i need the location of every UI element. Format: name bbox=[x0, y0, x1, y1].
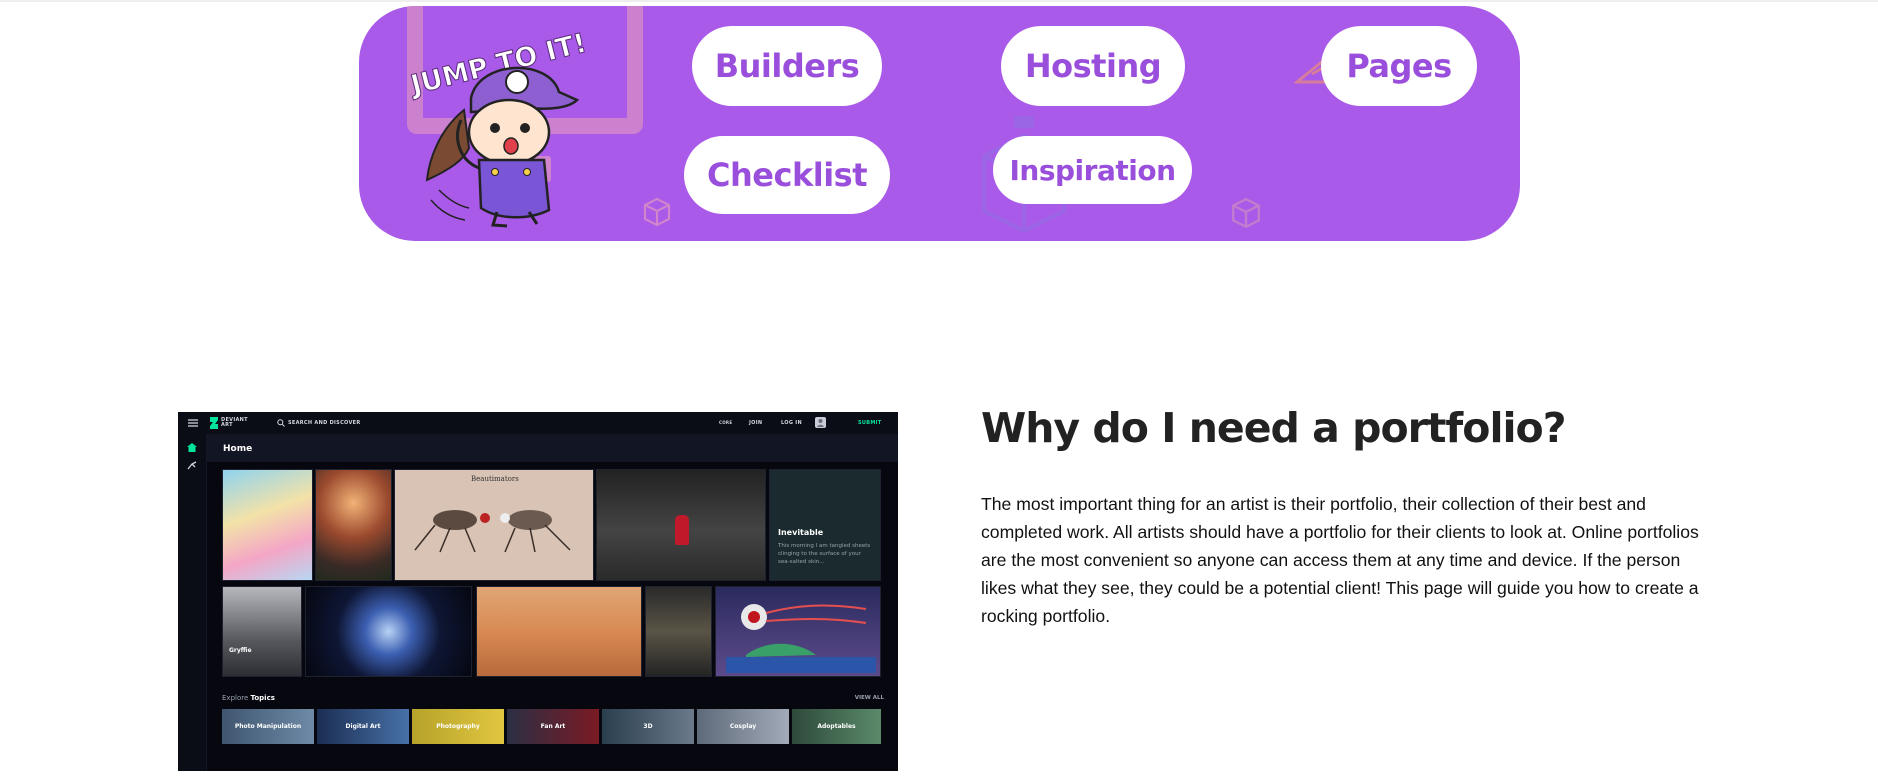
builders-link-button[interactable]: Builders bbox=[692, 26, 882, 106]
screenshot-sidebar bbox=[178, 434, 207, 771]
screenshot-topbar: DEVIANT ART SEARCH AND DISCOVER CORE JOI… bbox=[178, 412, 898, 434]
topic-card[interactable]: Photo Manipulation bbox=[222, 709, 314, 744]
artwork-tile-inevitable[interactable]: Inevitable This morning I am tangled she… bbox=[769, 469, 881, 581]
tile-title: Gryffie bbox=[229, 647, 252, 654]
insect-sketch-icon bbox=[414, 510, 571, 553]
screenshot-nav-core: CORE bbox=[719, 420, 733, 425]
eyeball-art-icon bbox=[726, 604, 876, 673]
screenshot-home-label: Home bbox=[223, 444, 253, 454]
artwork-tile-gryffie[interactable]: Gryffie bbox=[222, 586, 302, 677]
deviantart-homepage-screenshot: DEVIANT ART SEARCH AND DISCOVER CORE JOI… bbox=[178, 412, 898, 771]
screenshot-search-placeholder: SEARCH AND DISCOVER bbox=[288, 420, 361, 426]
artwork-tile[interactable] bbox=[715, 586, 881, 677]
cube-icon bbox=[643, 197, 671, 227]
screenshot-home-header bbox=[207, 434, 898, 462]
search-icon bbox=[277, 419, 285, 427]
artwork-tile[interactable] bbox=[222, 469, 313, 581]
artwork-tile[interactable] bbox=[476, 586, 642, 677]
section-title: Why do I need a portfolio? bbox=[981, 404, 1566, 452]
watch-icon bbox=[187, 461, 197, 470]
jump-to-it-banner: JUMP TO IT! Builders Hosting Pages Check… bbox=[359, 6, 1520, 241]
artwork-tile[interactable] bbox=[305, 586, 472, 677]
topic-card[interactable]: 3D bbox=[602, 709, 694, 744]
topic-card[interactable]: Fan Art bbox=[507, 709, 599, 744]
topic-card[interactable]: Photography bbox=[412, 709, 504, 744]
jump-girl-mascot-icon: JUMP TO IT! bbox=[409, 27, 590, 228]
topic-card[interactable]: Cosplay bbox=[697, 709, 789, 744]
screenshot-nav-join: JOIN bbox=[749, 420, 763, 426]
artwork-tile[interactable] bbox=[596, 469, 766, 581]
pages-link-button[interactable]: Pages bbox=[1321, 26, 1477, 106]
artwork-tile-beautimators[interactable]: Beautimators bbox=[394, 469, 594, 581]
top-divider bbox=[0, 0, 1878, 2]
topic-card[interactable]: Digital Art bbox=[317, 709, 409, 744]
inspiration-link-button[interactable]: Inspiration bbox=[993, 136, 1192, 204]
avatar-icon bbox=[815, 417, 826, 428]
screenshot-nav-login: LOG IN bbox=[781, 420, 802, 426]
cube-icon bbox=[1232, 197, 1260, 229]
explore-topics-heading: Explore Topics bbox=[222, 694, 275, 702]
view-all-link[interactable]: VIEW ALL bbox=[855, 695, 884, 701]
hosting-link-button[interactable]: Hosting bbox=[1001, 26, 1185, 106]
artwork-tile[interactable] bbox=[645, 586, 712, 677]
tile-title: Inevitable bbox=[778, 528, 824, 537]
artwork-tile[interactable] bbox=[315, 469, 392, 581]
deviantart-logo-icon bbox=[210, 417, 218, 429]
screenshot-logo-text: DEVIANT ART bbox=[221, 417, 248, 428]
section-body: The most important thing for an artist i… bbox=[981, 494, 1699, 626]
screenshot-nav-submit: SUBMIT bbox=[858, 420, 882, 426]
tile-excerpt: This morning I am tangled sheets clingin… bbox=[778, 543, 871, 565]
tile-title: Beautimators bbox=[471, 475, 519, 483]
home-icon bbox=[187, 443, 197, 452]
topic-card[interactable]: Adoptables bbox=[792, 709, 881, 744]
menu-icon bbox=[188, 419, 198, 427]
checklist-link-button[interactable]: Checklist bbox=[684, 136, 890, 214]
